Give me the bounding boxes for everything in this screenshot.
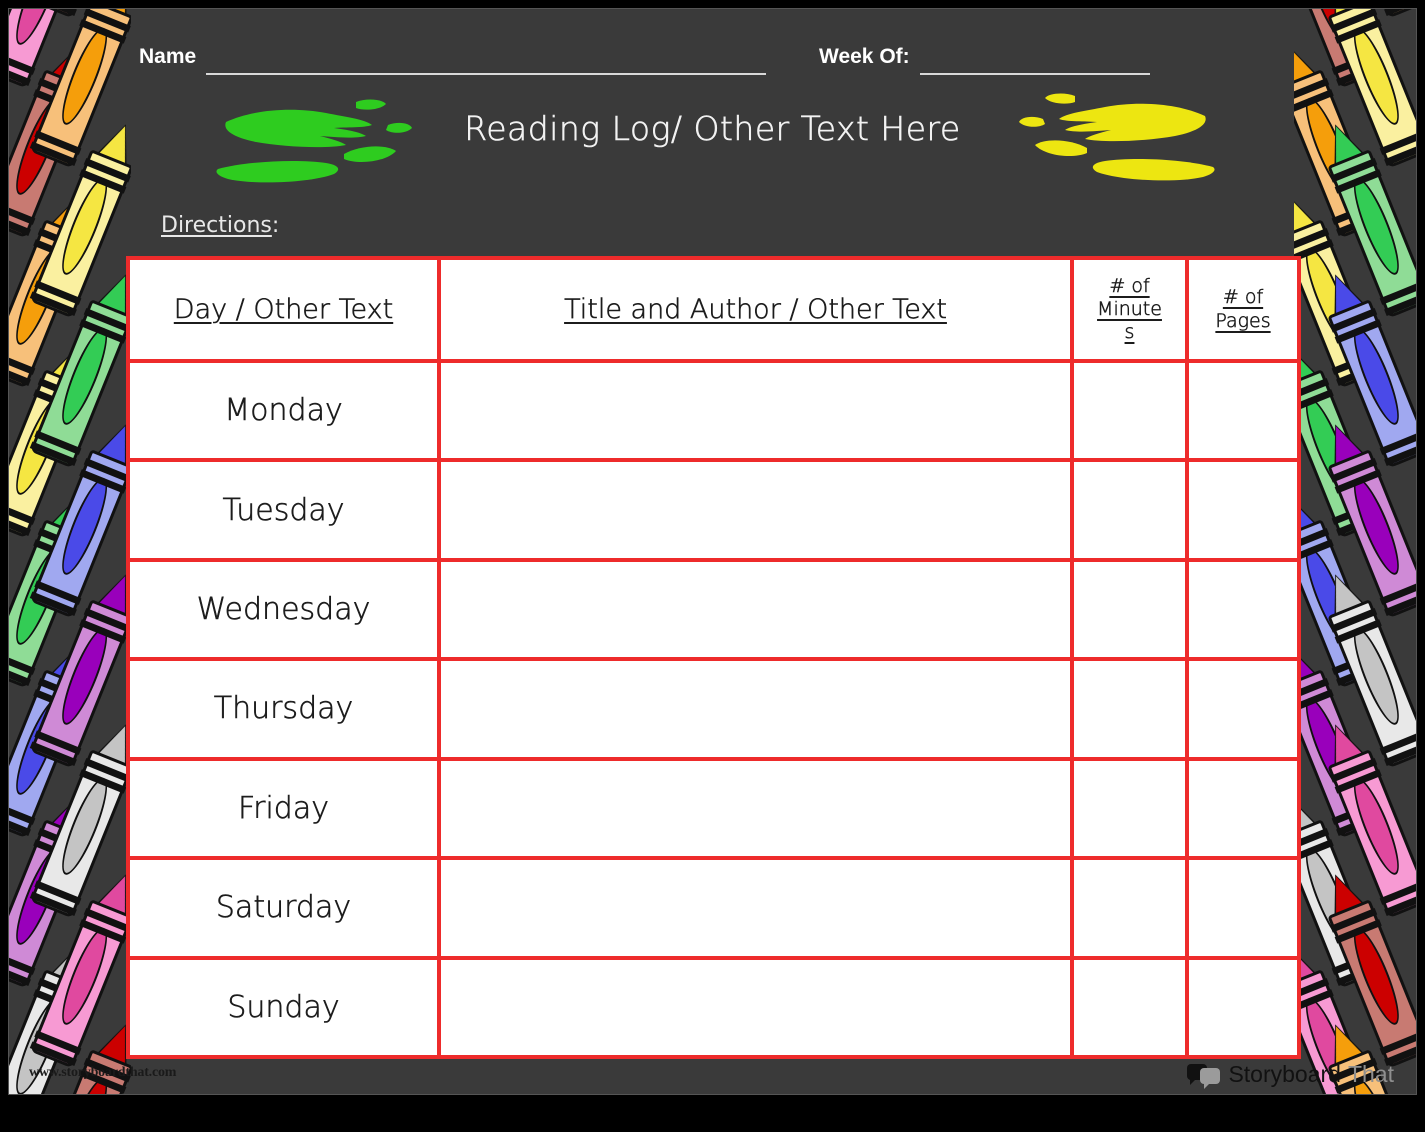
cell-title-saturday[interactable] <box>441 860 1070 956</box>
crayon-white-icon <box>1315 567 1416 769</box>
cell-minutes-friday[interactable] <box>1074 760 1185 857</box>
name-field-group: Name <box>139 45 767 75</box>
directions-colon: : <box>271 213 280 238</box>
name-input[interactable] <box>206 45 767 75</box>
cell-day-thursday: Thursday <box>130 661 437 757</box>
crayon-blue-icon <box>29 417 131 619</box>
cell-title-wednesday[interactable] <box>441 561 1070 658</box>
cell-pages-saturday[interactable] <box>1189 860 1297 956</box>
cell-day-monday: Monday <box>130 363 437 459</box>
header-fields: Name Week Of: <box>139 45 1289 85</box>
reading-log-table: Day / Other Text Title and Author / Othe… <box>126 256 1301 1059</box>
crayon-pink-icon <box>9 9 100 89</box>
column-header-minutes: # of Minute s <box>1074 260 1185 359</box>
table-row: Thursday <box>130 661 1297 757</box>
crayon-red-icon <box>1315 867 1416 1069</box>
table-row: Sunday <box>130 959 1297 1055</box>
table-row: Saturday <box>130 860 1297 956</box>
week-input[interactable] <box>919 45 1150 75</box>
cell-minutes-wednesday[interactable] <box>1074 561 1185 658</box>
name-label: Name <box>139 45 197 68</box>
crayon-red-icon <box>1294 1087 1383 1094</box>
pages-header-line-1: # of <box>1222 286 1264 309</box>
table-row: Friday <box>130 760 1297 857</box>
crayon-yellow-icon <box>1294 187 1384 389</box>
crayon-yellow-icon <box>9 337 100 539</box>
cell-pages-tuesday[interactable] <box>1189 462 1297 558</box>
cell-title-friday[interactable] <box>441 760 1070 857</box>
table-row: Wednesday <box>130 561 1297 658</box>
crayon-orange-icon <box>9 187 100 389</box>
cell-day-wednesday: Wednesday <box>130 561 437 658</box>
crayon-white-icon <box>1294 787 1384 989</box>
cell-title-sunday[interactable] <box>441 959 1070 1055</box>
crayon-purple-icon <box>29 567 131 769</box>
crayon-blue-icon <box>1315 267 1416 469</box>
cell-minutes-monday[interactable] <box>1074 363 1185 459</box>
crayon-pink-icon <box>29 867 131 1069</box>
cell-pages-sunday[interactable] <box>1189 959 1297 1055</box>
worksheet-panel: Name Week Of: Reading Log/ Other Text He… <box>8 8 1417 1095</box>
crayon-purple-icon <box>1315 417 1416 619</box>
crayon-blue-icon <box>1294 487 1384 689</box>
minutes-header-line-2: Minute <box>1097 297 1162 321</box>
table-row: Tuesday <box>130 462 1297 558</box>
pages-header-line-2: Pages <box>1215 309 1271 332</box>
site-watermark: www.storyboardthat.com <box>29 1065 177 1080</box>
crayon-purple-icon <box>9 787 100 989</box>
cell-title-monday[interactable] <box>441 363 1070 459</box>
cell-pages-friday[interactable] <box>1189 760 1297 857</box>
directions-word: Directions <box>161 213 272 238</box>
cell-day-saturday: Saturday <box>130 860 437 956</box>
cell-pages-monday[interactable] <box>1189 363 1297 459</box>
crayon-purple-icon <box>1294 637 1384 839</box>
crayon-green-icon <box>9 487 100 689</box>
directions-label: Directions: <box>161 213 279 238</box>
minutes-header-line-1: # of <box>1109 274 1150 297</box>
brand-name-first: Storyboard <box>1228 1061 1341 1087</box>
cell-minutes-tuesday[interactable] <box>1074 462 1185 558</box>
cell-pages-wednesday[interactable] <box>1189 561 1297 658</box>
brand-name-second: That <box>1347 1061 1394 1087</box>
cell-minutes-saturday[interactable] <box>1074 860 1185 956</box>
cell-day-friday: Friday <box>130 760 437 857</box>
week-field-group: Week Of: <box>819 45 1150 75</box>
table-header-row: Day / Other Text Title and Author / Othe… <box>130 260 1297 359</box>
cell-minutes-thursday[interactable] <box>1074 661 1185 757</box>
crayon-red-icon <box>29 1017 131 1094</box>
column-header-title: Title and Author / Other Text <box>441 260 1070 359</box>
crayon-green-icon <box>29 267 131 469</box>
week-label: Week Of: <box>819 45 910 68</box>
cell-day-sunday: Sunday <box>130 959 437 1055</box>
storyboardthat-logo: Storyboard That <box>1187 1061 1394 1089</box>
crayon-pink-icon <box>1315 717 1416 919</box>
column-header-pages: # of Pages <box>1189 260 1297 359</box>
cell-title-tuesday[interactable] <box>441 462 1070 558</box>
page-title: Reading Log/ Other Text Here <box>464 109 961 149</box>
minutes-header-line-3: s <box>1124 321 1135 344</box>
cell-minutes-sunday[interactable] <box>1074 959 1185 1055</box>
crayon-red-icon <box>1294 9 1384 89</box>
crayon-border-right <box>1294 9 1416 1094</box>
crayon-white-icon <box>29 717 131 919</box>
cell-day-tuesday: Tuesday <box>130 462 437 558</box>
crayon-orange-icon <box>1315 9 1416 19</box>
crayon-red-icon <box>29 9 131 19</box>
cell-title-thursday[interactable] <box>441 661 1070 757</box>
speech-bubble-icon <box>1187 1063 1221 1089</box>
table-row: Monday <box>130 363 1297 459</box>
crayon-green-icon <box>1294 337 1384 539</box>
crayon-pink-icon <box>9 1087 100 1094</box>
worksheet-page: Name Week Of: Reading Log/ Other Text He… <box>0 0 1425 1132</box>
cell-pages-thursday[interactable] <box>1189 661 1297 757</box>
crayon-blue-icon <box>9 637 100 839</box>
column-header-day: Day / Other Text <box>130 260 437 359</box>
crayon-border-left <box>9 9 131 1094</box>
